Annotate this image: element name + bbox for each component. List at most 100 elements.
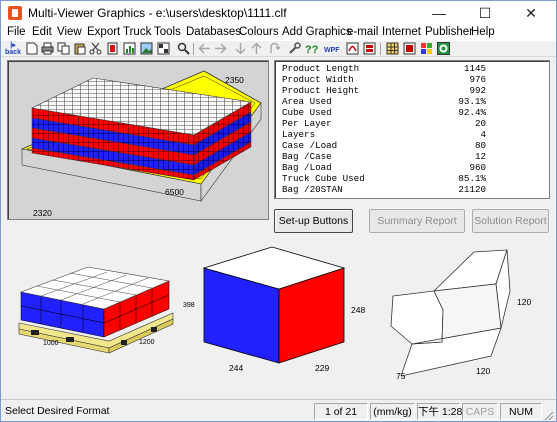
copy-icon[interactable] [57, 42, 70, 55]
status-page-count: 1 of 21 [314, 403, 368, 420]
menu-databases[interactable]: Databases [186, 26, 241, 38]
stat-value: 80 [474, 140, 486, 151]
chart-icon[interactable] [123, 42, 136, 55]
app-logo-icon[interactable] [8, 6, 22, 20]
rotate-icon[interactable] [268, 42, 281, 55]
case-depth-label: 229 [315, 363, 330, 373]
stat-value: 4 [480, 129, 486, 140]
stat-label: Truck Cube Used [282, 173, 365, 184]
close-button[interactable]: ✕ [508, 1, 554, 25]
resize-grip-icon[interactable] [542, 409, 554, 421]
status-caps-indicator: CAPS [462, 403, 498, 420]
back-label: |▸ [10, 42, 16, 49]
print-icon[interactable] [41, 42, 54, 55]
truck-length-label: 6500 [165, 187, 184, 197]
load-statistics-panel: Product Length 1145 Product Width 976 Prod… [274, 60, 550, 199]
menu-tools[interactable]: Tools [154, 26, 181, 38]
stat-label: Area Used [282, 96, 332, 107]
stat-label: Bag /20STAN [282, 184, 343, 195]
menu-bar: File Edit View Export Truck Tools Databa… [1, 25, 556, 41]
status-message: Select Desired Format [5, 405, 110, 417]
pallet-length-label: 1000 [43, 340, 59, 347]
menu-internet[interactable]: Internet [382, 26, 421, 38]
summary-report-button[interactable]: Summary Report [369, 209, 465, 233]
layers-icon[interactable] [403, 42, 416, 55]
truck-load-view[interactable]: 2350 6500 2320 [7, 60, 269, 220]
pdf-export-icon[interactable] [363, 42, 376, 55]
stat-label: Product Width [282, 74, 354, 85]
arrow-down-icon[interactable] [234, 42, 247, 55]
solution-report-button[interactable]: Solution Report [472, 209, 549, 233]
pdf-icon[interactable] [346, 42, 359, 55]
zoom-icon[interactable] [177, 42, 190, 55]
arrow-up-icon[interactable] [250, 42, 263, 55]
menu-edit[interactable]: Edit [32, 26, 52, 38]
window-title: Multi-Viewer Graphics - e:\users\desktop… [28, 6, 287, 20]
tools-icon[interactable] [288, 42, 301, 55]
back-text: back [5, 49, 21, 56]
layout-icon[interactable] [157, 42, 170, 55]
svg-text:??: ?? [305, 44, 319, 55]
truck-height-label: 2350 [225, 75, 244, 85]
stat-value: 93.1% [458, 96, 486, 107]
bag-graphic[interactable] [379, 246, 529, 376]
pallet-width-label: 1200 [139, 339, 155, 346]
case-graphic[interactable] [199, 246, 359, 366]
grid-icon[interactable] [386, 42, 399, 55]
menu-colours[interactable]: Colours [239, 26, 279, 38]
maximize-button[interactable]: ☐ [462, 1, 508, 25]
stat-value: 1145 [463, 63, 486, 74]
wpf-icon[interactable]: WPF [324, 42, 340, 55]
toolbar-separator [380, 43, 381, 55]
status-bar: Select Desired Format 1 of 21 (mm/kg) 下午… [1, 399, 556, 421]
stat-label: Bag /Case [282, 151, 332, 162]
truck-width-label: 2320 [33, 208, 52, 218]
app-window: Multi-Viewer Graphics - e:\users\desktop… [0, 0, 557, 422]
stat-value: 21120 [458, 184, 486, 195]
stat-label: Case /Load [282, 140, 338, 151]
stat-value: 976 [469, 74, 486, 85]
menu-export[interactable]: Export [87, 26, 120, 38]
status-units: (mm/kg) [370, 403, 415, 420]
menu-help[interactable]: Help [471, 26, 495, 38]
stat-value: 992 [469, 85, 486, 96]
palette-icon[interactable] [420, 42, 433, 55]
globe-icon[interactable] [437, 42, 450, 55]
status-num-indicator: NUM [500, 403, 542, 420]
picture-icon[interactable] [140, 42, 153, 55]
stat-label: Product Length [282, 63, 360, 74]
case-width-label: 244 [229, 363, 244, 373]
minimize-button[interactable]: — [416, 1, 462, 25]
stat-value: 12 [474, 151, 486, 162]
svg-text:WPF: WPF [324, 47, 340, 54]
bag-height-label: 120 [517, 297, 532, 307]
pallet-load-graphic[interactable] [11, 257, 191, 357]
menu-publisher[interactable]: Publisher [425, 26, 473, 38]
case-height-label: 248 [351, 305, 366, 315]
stat-label: Bag /Load [282, 162, 332, 173]
paste-icon[interactable] [73, 42, 86, 55]
document-red-icon[interactable] [106, 42, 119, 55]
back-button[interactable]: |▸ back [4, 42, 22, 56]
toolbar-separator [193, 43, 194, 55]
title-bar: Multi-Viewer Graphics - e:\users\desktop… [1, 1, 556, 25]
stat-label: Layers [282, 129, 316, 140]
help-question-icon[interactable]: ?? [305, 42, 319, 56]
pallet-height-label: 398 [183, 302, 195, 309]
arrow-left-icon[interactable] [198, 42, 211, 55]
stat-label: Cube Used [282, 107, 332, 118]
stat-value: 92.4% [458, 107, 486, 118]
stat-value: 20 [474, 118, 486, 129]
bag-width-label: 75 [396, 371, 406, 381]
menu-file[interactable]: File [7, 26, 26, 38]
menu-add-graphics[interactable]: Add Graphics [282, 26, 352, 38]
menu-truck[interactable]: Truck [123, 26, 151, 38]
stat-value: 85.1% [458, 173, 486, 184]
new-file-icon[interactable] [25, 42, 38, 55]
stat-label: Per Layer [282, 118, 332, 129]
menu-email[interactable]: e-mail [347, 26, 378, 38]
cut-icon[interactable] [89, 42, 102, 55]
menu-view[interactable]: View [57, 26, 82, 38]
arrow-right-icon[interactable] [214, 42, 227, 55]
setup-buttons-button[interactable]: Set-up Buttons [274, 209, 353, 233]
